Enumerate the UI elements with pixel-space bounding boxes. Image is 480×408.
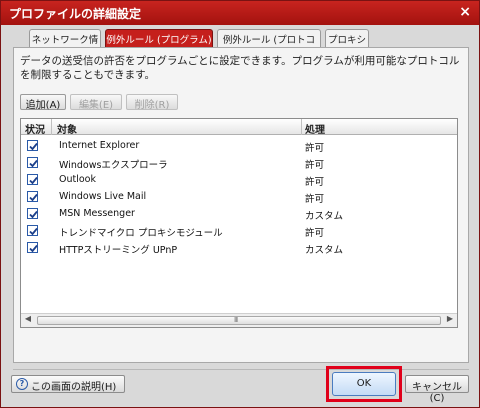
checkmark-icon	[29, 159, 38, 168]
row-checkbox[interactable]	[27, 157, 38, 168]
checkmark-icon	[29, 193, 38, 202]
title-bar[interactable]: プロファイルの詳細設定 ×	[1, 1, 479, 25]
row-checkbox[interactable]	[27, 225, 38, 236]
row-action: 許可	[305, 194, 325, 205]
edit-button[interactable]: 編集(E)	[70, 94, 122, 111]
row-target: Internet Explorer	[59, 140, 140, 151]
cancel-button[interactable]: キャンセル(C)	[405, 375, 469, 404]
list-header: 状況 対象 処理	[21, 119, 457, 136]
tab-network-info[interactable]: ネットワーク情報	[29, 29, 101, 60]
window-title: プロファイルの詳細設定	[9, 7, 142, 21]
scroll-right-arrow-icon[interactable]: ▶	[443, 314, 457, 327]
row-target: HTTPストリーミング UPnP	[59, 245, 178, 256]
table-row[interactable]: Internet Explorer 許可	[21, 137, 457, 154]
column-header-status[interactable]: 状況	[25, 121, 45, 136]
checkmark-icon	[29, 176, 38, 185]
tab-exception-protocol[interactable]: 例外ルール (プロトコル)	[217, 29, 321, 60]
row-action: 許可	[305, 177, 325, 188]
table-row[interactable]: HTTPストリーミング UPnP カスタム	[21, 239, 457, 256]
column-divider[interactable]	[301, 119, 302, 135]
row-target: Windowsエクスプローラ	[59, 160, 168, 171]
tab-proxy[interactable]: プロキシ	[325, 29, 369, 47]
row-action: 許可	[305, 143, 325, 154]
table-row[interactable]: トレンドマイクロ プロキシモジュール 許可	[21, 222, 457, 239]
row-checkbox[interactable]	[27, 191, 38, 202]
help-button[interactable]: ? この画面の説明(H)	[11, 375, 125, 393]
add-button[interactable]: 追加(A)	[20, 94, 66, 111]
row-checkbox[interactable]	[27, 242, 38, 253]
checkmark-icon	[29, 244, 38, 253]
row-action: カスタム	[305, 211, 344, 222]
row-checkbox[interactable]	[27, 140, 38, 151]
panel-description: データの送受信の許否をプログラムごとに設定できます。プログラムが利用可能なプロト…	[20, 55, 460, 81]
row-target: Outlook	[59, 174, 96, 185]
row-target: MSN Messenger	[59, 208, 135, 219]
row-action: 許可	[305, 160, 325, 171]
checkmark-icon	[29, 210, 38, 219]
close-icon[interactable]: ×	[459, 4, 471, 20]
exception-program-panel: データの送受信の許否をプログラムごとに設定できます。プログラムが利用可能なプロト…	[13, 47, 469, 363]
column-header-target[interactable]: 対象	[57, 121, 77, 136]
row-action: 許可	[305, 228, 325, 239]
delete-button[interactable]: 削除(R)	[126, 94, 178, 111]
profile-settings-dialog: プロファイルの詳細設定 × ネットワーク情報 例外ルール (プログラム) 例外ル…	[0, 0, 480, 408]
row-target: Windows Live Mail	[59, 191, 147, 202]
scroll-left-arrow-icon[interactable]: ◀	[21, 314, 35, 327]
scrollbar-thumb[interactable]: III	[37, 316, 441, 325]
column-header-action[interactable]: 処理	[305, 121, 325, 136]
checkmark-icon	[29, 227, 38, 236]
question-icon: ?	[16, 378, 28, 390]
ok-button[interactable]: OK	[332, 372, 396, 396]
checkmark-icon	[29, 142, 38, 151]
horizontal-scrollbar[interactable]: ◀ III ▶	[21, 313, 457, 327]
table-row[interactable]: Windowsエクスプローラ 許可	[21, 154, 457, 171]
row-checkbox[interactable]	[27, 208, 38, 219]
scrollbar-grip: III	[234, 316, 238, 324]
row-checkbox[interactable]	[27, 174, 38, 185]
column-divider[interactable]	[51, 119, 52, 135]
row-action: カスタム	[305, 245, 344, 256]
row-target: トレンドマイクロ プロキシモジュール	[59, 228, 223, 239]
table-row[interactable]: Windows Live Mail 許可	[21, 188, 457, 205]
table-row[interactable]: Outlook 許可	[21, 171, 457, 188]
help-button-label: この画面の説明(H)	[31, 382, 117, 393]
program-list[interactable]: 状況 対象 処理 Internet Explorer 許可 Windowsエクス…	[20, 118, 458, 328]
tab-exception-program[interactable]: 例外ルール (プログラム)	[105, 29, 213, 48]
table-row[interactable]: MSN Messenger カスタム	[21, 205, 457, 222]
